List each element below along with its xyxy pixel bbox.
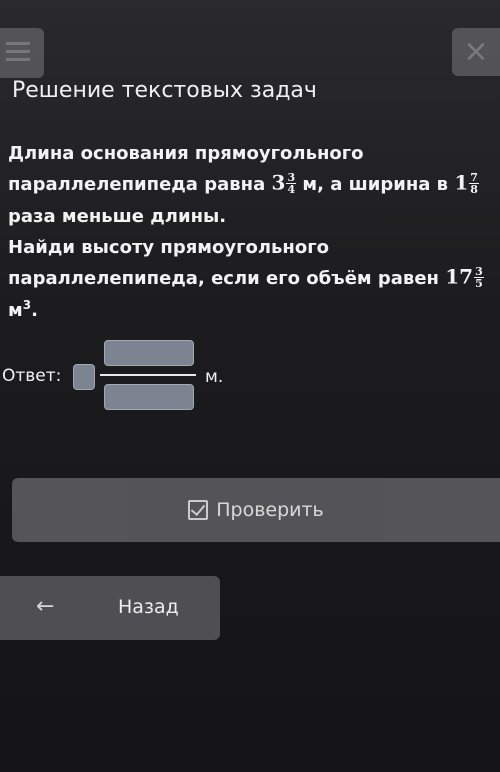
fraction-numerator: 3: [474, 264, 484, 278]
answer-numerator-input[interactable]: [104, 340, 194, 366]
problem-paragraph-1: Длина основания прямоугольного параллеле…: [8, 138, 490, 232]
answer-whole-input[interactable]: [73, 364, 95, 390]
fraction-whole: 17: [445, 264, 474, 289]
check-button[interactable]: Проверить: [12, 478, 500, 542]
mixed-fraction: 178: [454, 167, 479, 199]
answer-row: Ответ: м.: [0, 336, 500, 412]
screen: × Решение текстовых задач Длина основани…: [0, 0, 500, 772]
answer-label: Ответ:: [2, 366, 62, 386]
problem-text: Найди высоту прямоугольного параллелепип…: [8, 237, 439, 289]
hamburger-icon-line: [6, 50, 30, 53]
arrow-left-icon: ←: [36, 594, 55, 619]
fraction-numerator: 3: [286, 170, 297, 184]
hamburger-icon-line: [6, 42, 30, 45]
problem-text: раза меньше длины.: [8, 205, 227, 227]
fraction-numerator: 7: [469, 170, 479, 184]
close-icon: ×: [463, 34, 489, 69]
mixed-fraction: 17 3 5: [445, 261, 484, 293]
fraction-whole: 1: [454, 170, 469, 195]
volume-unit: м: [8, 299, 23, 321]
back-button[interactable]: ← Назад: [0, 576, 220, 640]
fraction-bar: [100, 374, 196, 376]
answer-denominator-input[interactable]: [104, 384, 194, 410]
problem-text: м, а ширина в: [302, 174, 449, 195]
fraction-denominator: 4: [287, 182, 296, 196]
unit-power: 3: [22, 297, 32, 312]
mixed-fraction: 334: [272, 167, 297, 199]
back-button-label: Назад: [118, 596, 179, 618]
fraction-whole: 3: [271, 170, 286, 195]
hamburger-icon-line: [6, 58, 30, 61]
fraction-denominator: 5: [475, 276, 483, 290]
fraction-denominator: 8: [470, 182, 478, 196]
check-button-label: Проверить: [216, 499, 324, 521]
page-title: Решение текстовых задач: [12, 78, 317, 103]
close-button[interactable]: ×: [452, 28, 500, 76]
answer-unit: м.: [205, 367, 224, 387]
problem-paragraph-2: Найди высоту прямоугольного параллелепип…: [8, 232, 490, 326]
checkbox-check-icon: [188, 500, 209, 520]
sentence-end: .: [31, 299, 38, 321]
menu-button[interactable]: [0, 28, 44, 78]
